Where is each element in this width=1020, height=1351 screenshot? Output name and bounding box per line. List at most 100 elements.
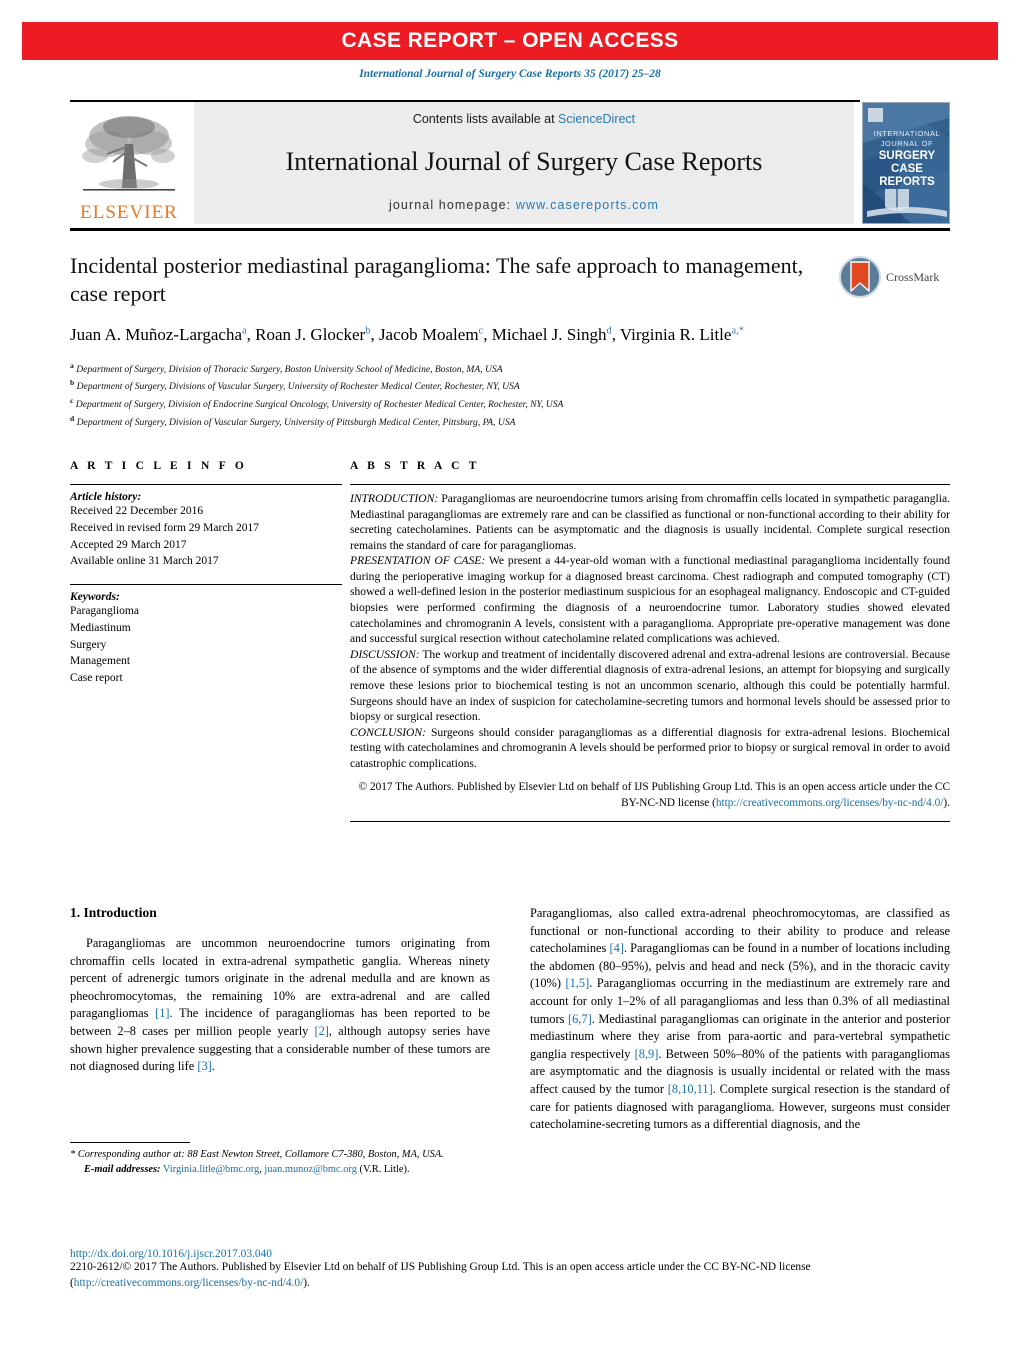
author-name[interactable]: Roan J. Glocker (255, 325, 365, 344)
keyword-item: Mediastinum (70, 621, 131, 634)
article-history-list: Received 22 December 2016 Received in rev… (70, 503, 342, 570)
affiliation-mark: b (70, 378, 75, 388)
citation-ref[interactable]: [1,5] (565, 976, 589, 990)
journal-title: International Journal of Surgery Case Re… (285, 147, 763, 176)
journal-band: Contents lists available at ScienceDirec… (194, 102, 854, 224)
article-history-item: Accepted 29 March 2017 (70, 538, 187, 551)
email-label: E-mail addresses: (84, 1163, 161, 1175)
keyword-item: Case report (70, 672, 123, 685)
author-name[interactable]: Virginia R. Litle (620, 325, 732, 344)
abstract-section: CONCLUSION: Surgeons should consider par… (350, 725, 950, 772)
citation-ref[interactable]: [4] (610, 941, 624, 955)
svg-text:INTERNATIONAL: INTERNATIONAL (874, 129, 940, 138)
article-history-item: Received in revised form 29 March 2017 (70, 521, 260, 534)
article-history-label: Article history: (70, 491, 142, 503)
affiliation-item: a Department of Surgery, Division of Tho… (70, 360, 503, 375)
abstract-section-text: Paragangliomas are neuroendocrine tumors… (350, 492, 950, 552)
abstract-bottom-rule (350, 821, 950, 823)
copyright-suffix: ). (943, 796, 950, 809)
author-affiliation-mark: c (478, 325, 484, 337)
affiliation-mark: a (70, 360, 74, 370)
article-history-item: Received 22 December 2016 (70, 505, 204, 517)
footer-copyright: 2210-2612/© 2017 The Authors. Published … (70, 1260, 950, 1292)
citation-ref[interactable]: [8,9] (635, 1047, 659, 1061)
abstract-rule (350, 484, 950, 485)
svg-text:REPORTS: REPORTS (879, 176, 935, 188)
affiliation-item: c Department of Surgery, Division of End… (70, 396, 564, 411)
contents-prefix: Contents lists available at (412, 112, 559, 126)
citation-ref[interactable]: [3] (197, 1059, 211, 1073)
author-list: Juan A. Muñoz-Largachaa, Roan J. Glocker… (70, 325, 744, 345)
footer-copyright-suffix: ). (303, 1276, 310, 1289)
email-attribution: (V.R. Litle). (359, 1163, 410, 1175)
abstract-copyright: © 2017 The Authors. Published by Elsevie… (350, 780, 950, 811)
citation-ref[interactable]: [1] (155, 1006, 169, 1020)
affiliation-item: b Department of Surgery, Divisions of Va… (70, 378, 520, 393)
elsevier-wordmark: ELSEVIER (80, 202, 178, 223)
abstract-section-text: We present a 44-year-old woman with a fu… (350, 554, 950, 646)
footnote-block: * Corresponding author at: 88 East Newto… (70, 1142, 490, 1178)
abstract-section-label: INTRODUCTION: (350, 492, 439, 505)
banner-label: CASE REPORT – OPEN ACCESS (341, 29, 679, 52)
crossmark-badge[interactable]: CrossMark (838, 254, 950, 300)
elsevier-logo: ELSEVIER (70, 102, 188, 224)
email-link-2[interactable]: juan.munoz@bmc.org (264, 1164, 357, 1175)
journal-cover-thumbnail: INTERNATIONAL JOURNAL OF SURGERY CASE RE… (862, 102, 950, 224)
intro-paragraph-right: Paragangliomas, also called extra-adrena… (530, 906, 951, 1132)
svg-text:CASE: CASE (891, 163, 923, 175)
keyword-item: Surgery (70, 638, 107, 651)
email-link-1[interactable]: Virginia.litle@bmc.org (163, 1164, 259, 1175)
license-link[interactable]: http://creativecommons.org/licenses/by-n… (716, 797, 944, 809)
citation-ref[interactable]: [2] (314, 1024, 328, 1038)
affiliation-item: d Department of Surgery, Division of Vas… (70, 413, 516, 428)
keywords-label: Keywords: (70, 591, 120, 604)
author-affiliation-mark: b (365, 325, 371, 337)
contents-available-line: Contents lists available at ScienceDirec… (413, 112, 635, 126)
article-history-item: Available online 31 March 2017 (70, 555, 219, 568)
abstract-section-text: The workup and treatment of incidentally… (350, 647, 950, 724)
keyword-item: Management (70, 655, 131, 668)
open-access-banner: CASE REPORT – OPEN ACCESS (22, 22, 998, 60)
article-info-column: A R T I C L E I N F O Article history: R… (70, 460, 342, 822)
corresponding-author-note: * Corresponding author at: 88 East Newto… (70, 1149, 444, 1160)
page-title: Incidental posterior mediastinal paragan… (70, 253, 804, 306)
abstract-heading: A B S T R A C T (350, 460, 480, 472)
footer-license-link[interactable]: http://creativecommons.org/licenses/by-n… (74, 1277, 303, 1289)
journal-citation-line: International Journal of Surgery Case Re… (359, 68, 661, 80)
body-left-column: 1. Introduction Paragangliomas are uncom… (70, 905, 490, 1134)
footnote-rule (70, 1142, 190, 1143)
svg-text:SURGERY: SURGERY (879, 150, 936, 162)
doi-link[interactable]: http://dx.doi.org/10.1016/j.ijscr.2017.0… (70, 1248, 950, 1260)
section-heading-introduction: 1. Introduction (70, 905, 157, 920)
citation-ref[interactable]: [8,10,11] (668, 1082, 713, 1096)
abstract-section: INTRODUCTION: Paragangliomas are neuroen… (350, 491, 950, 553)
abstract-column: A B S T R A C T INTRODUCTION: Paragangli… (350, 460, 950, 823)
journal-homepage-link[interactable]: www.casereports.com (516, 198, 659, 212)
citation-ref[interactable]: [6,7] (568, 1012, 592, 1026)
abstract-section-label: CONCLUSION: (350, 725, 427, 739)
journal-homepage-line: journal homepage: www.casereports.com (389, 198, 659, 212)
abstract-section-text: Surgeons should consider paragangliomas … (350, 725, 950, 770)
body-right-column: Paragangliomas, also called extra-adrena… (530, 905, 950, 1134)
article-info-heading: A R T I C L E I N F O (70, 460, 248, 472)
abstract-section: DISCUSSION: The workup and treatment of … (350, 647, 950, 725)
author-name[interactable]: Jacob Moalem (379, 325, 479, 344)
article-info-rule (70, 484, 342, 485)
keywords-list: Paraganglioma Mediastinum Surgery Managemen… (70, 603, 342, 687)
abstract-body: INTRODUCTION: Paragangliomas are neuroen… (350, 491, 950, 771)
crossmark-label: CrossMark (886, 269, 940, 284)
keywords-rule (70, 584, 342, 586)
email-note: E-mail addresses: Virginia.litle@bmc.org… (70, 1163, 490, 1178)
affiliation-mark: c (70, 396, 74, 405)
affiliation-mark: d (70, 413, 75, 423)
keyword-item: Paraganglioma (70, 605, 139, 618)
sciencedirect-link[interactable]: ScienceDirect (558, 112, 635, 126)
author-name[interactable]: Michael J. Singh (492, 325, 607, 344)
crossmark-icon (839, 256, 881, 298)
author-name[interactable]: Juan A. Muñoz-Largacha (70, 325, 242, 344)
author-affiliation-mark: a (242, 325, 247, 337)
abstract-section: PRESENTATION OF CASE: We present a 44-ye… (350, 553, 950, 646)
intro-paragraph-left: Paragangliomas are uncommon neuroendocri… (70, 936, 490, 1074)
abstract-section-label: DISCUSSION: (350, 647, 420, 661)
page-footer: http://dx.doi.org/10.1016/j.ijscr.2017.0… (70, 1248, 950, 1292)
